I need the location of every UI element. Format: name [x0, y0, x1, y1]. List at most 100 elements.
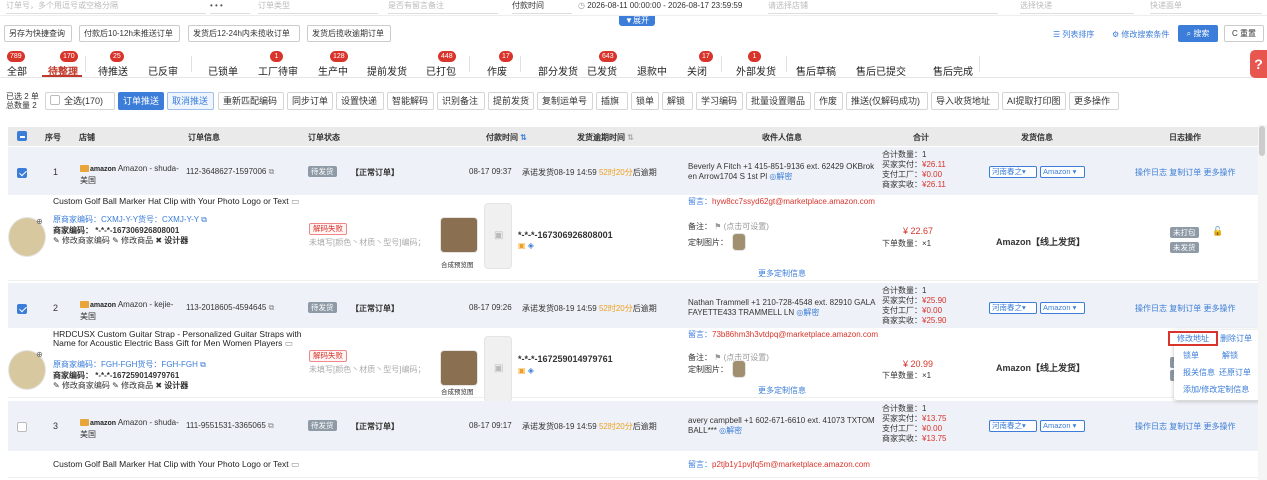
designer-link[interactable]: ✖ 设计器 — [155, 381, 188, 390]
warehouse-select[interactable]: 河南春之▾ — [989, 302, 1037, 314]
tab-5[interactable]: 工厂待审 — [258, 63, 298, 78]
edit-product-link[interactable]: ✎ 修改商品 — [112, 236, 153, 245]
custom-image[interactable] — [732, 360, 746, 378]
order-no-input[interactable]: 订单号，多个用逗号或空格分隔 — [6, 0, 206, 14]
action-button-4[interactable]: 设置快递 — [336, 92, 384, 110]
action-button-7[interactable]: 提前发货 — [488, 92, 534, 110]
action-button-5[interactable]: 智能解码 — [387, 92, 434, 110]
op-more-link[interactable]: 更多操作 — [1203, 304, 1235, 313]
more-dots[interactable]: • • • — [210, 0, 250, 14]
action-button-2[interactable]: 重新匹配编码 — [218, 92, 284, 110]
action-button-10[interactable]: 锁单 — [631, 92, 659, 110]
copy-icon[interactable]: ⧉ — [201, 215, 207, 224]
tab-12[interactable]: 退款中 — [637, 63, 667, 78]
scrollbar[interactable] — [1258, 125, 1267, 480]
store-select[interactable]: 请选择店铺 — [768, 0, 998, 14]
quick-filter-overdue[interactable]: 发货后揽收逾期订单 — [307, 25, 391, 42]
tab-0[interactable]: 全部 — [7, 63, 27, 78]
custom-info-item[interactable]: 添加/修改定制信息 — [1183, 384, 1249, 395]
custom-image[interactable] — [732, 233, 746, 251]
reset-button[interactable]: C 重置 — [1224, 25, 1264, 42]
edit-product-link[interactable]: ✎ 修改商品 — [112, 381, 153, 390]
tab-16[interactable]: 售后已提交 — [856, 63, 906, 78]
express-select[interactable]: Amazon ▾ — [1040, 166, 1085, 178]
action-button-13[interactable]: 批量设置赠品 — [746, 92, 811, 110]
lock-icon[interactable]: 🔓 — [1212, 226, 1223, 237]
order-checkbox[interactable] — [17, 168, 27, 178]
copy-icon[interactable]: ⧉ — [200, 360, 206, 369]
more-custom-link[interactable]: 更多定制信息 — [758, 268, 806, 279]
delete-order-item[interactable]: 删除订单 — [1220, 333, 1252, 344]
spec-code-hint[interactable]: 未填写[颜色丶材质丶型号]编码； — [309, 365, 437, 374]
op-more-link[interactable]: 更多操作 — [1203, 168, 1235, 177]
warehouse-select[interactable]: 河南春之▾ — [989, 166, 1037, 178]
edit-search-button[interactable]: ⚙ 修改搜索条件 — [1112, 29, 1169, 40]
tab-4[interactable]: 已锁单 — [208, 63, 238, 78]
action-button-16[interactable]: 导入收货地址 — [931, 92, 999, 110]
op-log-link[interactable]: 操作日志 — [1135, 304, 1167, 313]
zoom-icon[interactable]: ⊕ — [36, 350, 43, 359]
action-button-0[interactable]: 订单推送 — [118, 92, 164, 110]
composite-image[interactable] — [440, 350, 478, 386]
edit-address-item[interactable]: 修改地址 — [1168, 331, 1218, 346]
copy-icon[interactable]: ⧉ — [268, 421, 274, 430]
action-button-9[interactable]: 插旗 — [596, 92, 628, 110]
customs-info-item[interactable]: 报关信息 — [1183, 367, 1215, 378]
express-select[interactable]: 选择快递 — [1020, 0, 1134, 14]
tab-6[interactable]: 生产中 — [318, 63, 348, 78]
action-button-6[interactable]: 识别备注 — [437, 92, 485, 110]
action-button-1[interactable]: 取消推送 — [167, 92, 214, 110]
search-button[interactable]: ⌕ 搜索 — [1178, 25, 1218, 42]
tab-10[interactable]: 部分发货 — [538, 63, 578, 78]
edit-code-link[interactable]: ✎ 修改商家编码 — [53, 381, 110, 390]
lock-item[interactable]: 锁单 — [1183, 350, 1199, 361]
action-button-15[interactable]: 推送(仅解码成功) — [846, 92, 928, 110]
save-quick-query-button[interactable]: 另存为快捷查询 — [4, 25, 72, 42]
col-ship-deadline[interactable]: 发货逾期时间 ⇅ — [577, 132, 634, 143]
tab-1[interactable]: 待整理 — [48, 63, 78, 78]
col-pay-time[interactable]: 付款时间 ⇅ — [486, 132, 527, 143]
note-link[interactable]: (点击可设置) — [724, 222, 769, 231]
express-select[interactable]: Amazon ▾ — [1040, 302, 1085, 314]
decrypt-link[interactable]: ◎解密 — [769, 172, 792, 181]
op-copy-link[interactable]: 复制订单 — [1169, 304, 1201, 313]
tab-14[interactable]: 外部发货 — [736, 63, 776, 78]
waybill-select[interactable]: 快递面单 — [1150, 0, 1262, 14]
action-button-12[interactable]: 学习编码 — [696, 92, 743, 110]
settings-icon[interactable]: ◈ — [528, 366, 534, 375]
settings-icon[interactable]: ◈ — [528, 241, 534, 250]
express-select[interactable]: Amazon ▾ — [1040, 420, 1085, 432]
action-button-8[interactable]: 复制运单号 — [537, 92, 593, 110]
action-button-17[interactable]: AI提取打印图 — [1002, 92, 1066, 110]
tab-8[interactable]: 已打包 — [426, 63, 456, 78]
tab-15[interactable]: 售后草稿 — [796, 63, 836, 78]
decrypt-link[interactable]: ◎解密 — [719, 426, 742, 435]
op-copy-link[interactable]: 复制订单 — [1169, 168, 1201, 177]
spec-code-hint[interactable]: 未填写[颜色丶材质丶型号]编码； — [309, 238, 437, 247]
action-button-11[interactable]: 解锁 — [662, 92, 693, 110]
tab-17[interactable]: 售后完成 — [933, 63, 973, 78]
order-number[interactable]: 113-2018605-4594645 ⧉ — [186, 303, 274, 313]
picture-icon[interactable]: ▣ — [518, 366, 526, 375]
op-log-link[interactable]: 操作日志 — [1135, 168, 1167, 177]
op-copy-link[interactable]: 复制订单 — [1169, 422, 1201, 431]
note-link[interactable]: (点击可设置) — [724, 353, 769, 362]
select-all-checkbox[interactable]: 全选(170) — [45, 92, 115, 110]
copy-icon[interactable]: ⧉ — [269, 167, 275, 176]
tab-7[interactable]: 提前发货 — [367, 63, 407, 78]
op-log-link[interactable]: 操作日志 — [1135, 422, 1167, 431]
list-sort-button[interactable]: ☰ 列表排序 — [1053, 29, 1094, 40]
tab-9[interactable]: 作废 — [487, 63, 507, 78]
remark-select[interactable]: 是否有留言备注 — [388, 0, 498, 14]
order-number[interactable]: 111-9551531-3365065 ⧉ — [186, 421, 274, 431]
action-button-3[interactable]: 同步订单 — [287, 92, 333, 110]
zoom-icon[interactable]: ⊕ — [36, 217, 43, 226]
composite-image[interactable] — [440, 217, 478, 253]
order-checkbox[interactable] — [17, 422, 27, 432]
restore-order-item[interactable]: 还原订单 — [1219, 367, 1251, 378]
tab-13[interactable]: 关闭 — [687, 63, 707, 78]
expand-button[interactable]: ▼展开 — [619, 16, 655, 26]
scrollbar-thumb[interactable] — [1259, 126, 1265, 156]
quick-filter-uncollected[interactable]: 发货后12-24h内未揽收订单 — [188, 25, 300, 42]
op-more-link[interactable]: 更多操作 — [1203, 422, 1235, 431]
